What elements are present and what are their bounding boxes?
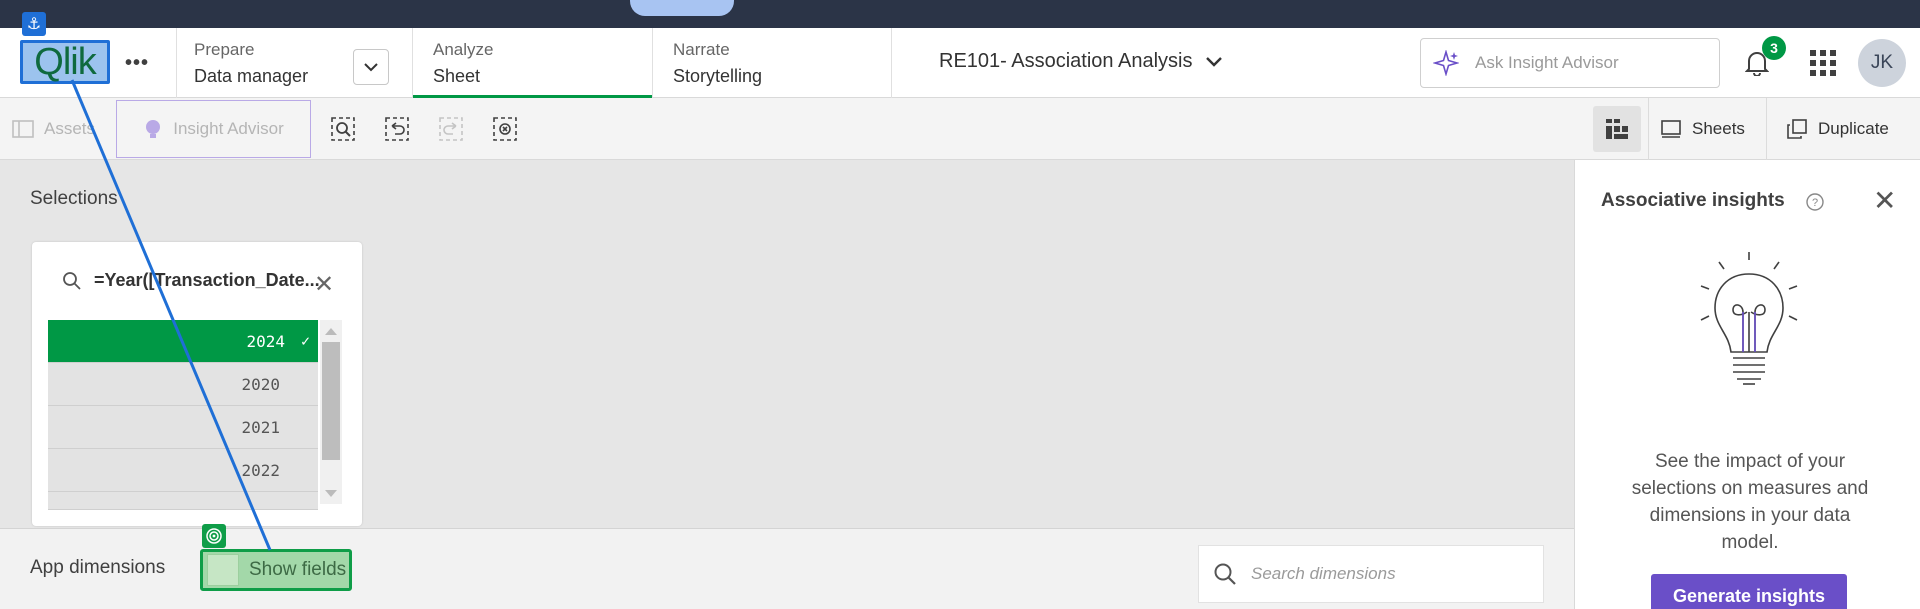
close-icon[interactable]: ✕ <box>314 270 334 299</box>
list-item-value: 2022 <box>241 460 280 480</box>
scroll-down-icon[interactable] <box>325 490 337 497</box>
search-selection-icon[interactable] <box>328 114 358 144</box>
divider <box>891 28 892 98</box>
anchor-icon: ⚓ <box>22 12 46 36</box>
chevron-down-icon[interactable] <box>353 49 389 85</box>
panel-title: Associative insights <box>1601 190 1785 211</box>
app-title: RE101- Association Analysis <box>939 50 1193 72</box>
insight-advisor-button[interactable]: Insight Advisor <box>116 100 311 158</box>
list-item-value: 2024 <box>246 331 285 351</box>
list-item[interactable]: 2020 <box>48 363 318 406</box>
chevron-down-icon <box>1206 56 1223 67</box>
panel-icon <box>12 120 34 138</box>
app-launcher-icon[interactable] <box>1810 50 1836 76</box>
sheets-button[interactable]: Sheets <box>1660 98 1745 160</box>
sheets-label: Sheets <box>1692 119 1745 138</box>
list-item-value: 2021 <box>241 417 280 437</box>
app-dimensions-bar: App dimensions Show fields Search dimens… <box>0 528 1574 609</box>
list-item[interactable]: 2022 <box>48 449 318 492</box>
duplicate-button[interactable]: Duplicate <box>1786 98 1889 160</box>
logo-text: Qlik <box>34 41 96 83</box>
top-strip-pill[interactable] <box>630 0 734 16</box>
assets-button[interactable]: Assets <box>12 98 95 160</box>
target-icon <box>202 524 226 548</box>
generate-insights-button[interactable]: Generate insights <box>1651 574 1847 609</box>
tab-narrate[interactable]: Narrate Storytelling <box>653 28 891 98</box>
scroll-up-icon[interactable] <box>325 328 337 335</box>
app-title-dropdown[interactable]: RE101- Association Analysis <box>939 50 1223 73</box>
duplicate-icon <box>1787 119 1807 139</box>
more-menu-icon[interactable]: ••• <box>122 48 152 78</box>
search-icon[interactable] <box>62 271 82 291</box>
list-item[interactable]: 2024 ✓ <box>48 320 318 363</box>
toggle-switch[interactable] <box>207 554 239 586</box>
assets-label: Assets <box>44 119 96 138</box>
duplicate-label: Duplicate <box>1818 119 1889 138</box>
search-dimensions-input[interactable]: Search dimensions <box>1198 545 1544 603</box>
step-back-icon[interactable] <box>382 114 412 144</box>
search-placeholder: Ask Insight Advisor <box>1475 53 1619 72</box>
app-header: Qlik ••• Prepare Data manager Analyze Sh… <box>0 28 1920 98</box>
year-listbox[interactable]: =Year([Transaction_Date... ✕ 2024 ✓ 2020… <box>32 242 362 526</box>
listbox-scrollbar[interactable] <box>320 320 342 504</box>
tab-analyze-sub: Sheet <box>433 66 481 86</box>
associative-insights-panel: Associative insights ? ✕ See the impact … <box>1574 160 1920 609</box>
step-forward-icon[interactable] <box>436 114 466 144</box>
app-dimensions-title: App dimensions <box>30 557 166 578</box>
qlik-logo[interactable]: Qlik <box>20 40 110 84</box>
sparkle-icon <box>1433 50 1459 76</box>
selections-title: Selections <box>30 188 118 209</box>
search-dimensions-placeholder: Search dimensions <box>1251 564 1396 583</box>
toolbar: Assets Insight Advisor Sheets Duplicate <box>0 98 1920 160</box>
scroll-thumb[interactable] <box>322 342 340 460</box>
divider <box>1766 98 1767 160</box>
insight-advisor-search[interactable]: Ask Insight Advisor <box>1420 38 1720 88</box>
search-icon <box>1214 563 1236 585</box>
checkmark-icon: ✓ <box>300 332 310 350</box>
insight-advisor-label: Insight Advisor <box>173 119 284 138</box>
lightbulb-icon <box>146 120 161 138</box>
top-strip <box>0 0 1920 28</box>
close-icon[interactable]: ✕ <box>1873 184 1896 217</box>
tab-narrate-sub: Storytelling <box>673 66 763 86</box>
tab-narrate-label: Narrate <box>673 40 730 59</box>
listbox-title: =Year([Transaction_Date... <box>94 270 320 290</box>
show-fields-toggle[interactable]: Show fields <box>200 549 352 591</box>
notification-badge: 3 <box>1762 36 1786 60</box>
list-item[interactable]: 2021 <box>48 406 318 449</box>
sheets-icon <box>1661 120 1681 138</box>
panel-description: See the impact of your selections on mea… <box>1631 451 1869 553</box>
help-icon[interactable]: ? <box>1805 192 1825 217</box>
tab-analyze-label: Analyze <box>433 40 494 59</box>
listbox-header: =Year([Transaction_Date... <box>62 270 320 291</box>
divider <box>1648 98 1649 160</box>
layout-toggle-icon[interactable] <box>1593 106 1641 152</box>
divider <box>176 28 177 98</box>
list-item-value: 2020 <box>241 374 280 394</box>
listbox-rows: 2024 ✓ 2020 2021 2022 <box>48 320 318 510</box>
lightbulb-icon <box>1689 248 1809 413</box>
list-item[interactable] <box>48 492 318 510</box>
show-fields-label: Show fields <box>249 559 347 580</box>
tab-analyze[interactable]: Analyze Sheet <box>413 28 652 98</box>
clear-selections-icon[interactable] <box>490 114 520 144</box>
avatar[interactable]: JK <box>1858 39 1906 87</box>
svg-text:?: ? <box>1812 197 1818 209</box>
